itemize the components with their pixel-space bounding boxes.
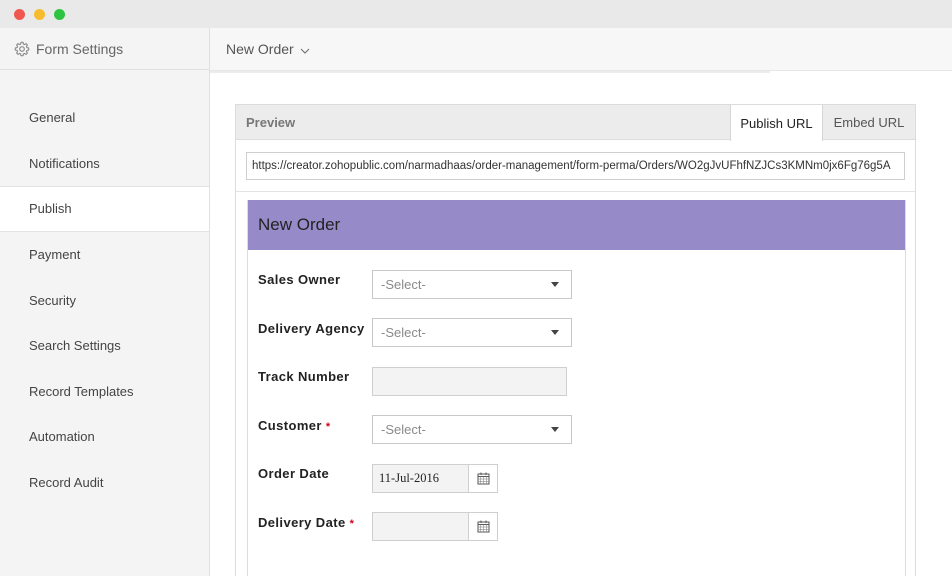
field-label-track-number: Track Number: [258, 369, 350, 384]
dropdown-caret-icon: [551, 282, 559, 287]
field-label-customer: Customer *: [258, 418, 331, 433]
window-close-button[interactable]: [14, 9, 25, 20]
form-selector-label: New Order: [226, 41, 294, 57]
sidebar-header: Form Settings: [0, 28, 209, 70]
calendar-icon: [477, 472, 489, 485]
sidebar-nav: General Notifications Publish Payment Se…: [0, 95, 209, 505]
required-marker: *: [349, 518, 355, 530]
sidebar-item-automation[interactable]: Automation: [0, 414, 209, 460]
select-value: -Select-: [381, 325, 426, 340]
required-marker: *: [325, 421, 331, 433]
track-number-input[interactable]: [372, 367, 567, 396]
sidebar-item-record-audit[interactable]: Record Audit: [0, 460, 209, 506]
url-divider: [236, 191, 915, 192]
select-value: -Select-: [381, 422, 426, 437]
select-value: -Select-: [381, 277, 426, 292]
window-titlebar: [0, 0, 952, 28]
form-preview: New Order Sales Owner -Select- Delivery …: [247, 200, 906, 576]
customer-select[interactable]: -Select-: [372, 415, 572, 444]
sidebar-item-publish[interactable]: Publish: [0, 186, 209, 232]
sidebar-title: Form Settings: [36, 40, 124, 57]
field-label-text: Customer: [258, 418, 322, 433]
sidebar-item-notifications[interactable]: Notifications: [0, 141, 209, 187]
sidebar-item-record-templates[interactable]: Record Templates: [0, 369, 209, 415]
sidebar-item-security[interactable]: Security: [0, 277, 209, 323]
window-minimize-button[interactable]: [34, 9, 45, 20]
field-label-sales-owner: Sales Owner: [258, 272, 340, 287]
dropdown-caret-icon: [551, 330, 559, 335]
field-label-text: Delivery Agency: [258, 321, 365, 336]
field-label-delivery-date: Delivery Date *: [258, 515, 354, 530]
sales-owner-select[interactable]: -Select-: [372, 270, 572, 299]
date-value: 11-Jul-2016: [379, 471, 439, 485]
form-title: New Order: [248, 200, 905, 250]
field-label-text: Sales Owner: [258, 272, 341, 287]
publish-url-field[interactable]: https://creator.zohopublic.com/narmadhaa…: [246, 152, 905, 180]
dropdown-caret-icon: [551, 427, 559, 432]
sidebar-item-payment[interactable]: Payment: [0, 232, 209, 278]
sidebar-item-general[interactable]: General: [0, 95, 209, 141]
field-label-text: Track Number: [258, 369, 350, 384]
sidebar: Form Settings General Notifications Publ…: [0, 28, 210, 576]
window-zoom-button[interactable]: [54, 9, 65, 20]
preview-panel: Preview Publish URL Embed URL https://cr…: [235, 104, 916, 576]
delivery-agency-select[interactable]: -Select-: [372, 318, 572, 347]
topbar-divider: [210, 71, 770, 73]
chevron-down-icon: [300, 48, 310, 54]
form-selector[interactable]: New Order: [210, 28, 952, 71]
calendar-button[interactable]: [468, 465, 497, 492]
order-date-input[interactable]: 11-Jul-2016: [372, 464, 498, 493]
sidebar-item-search-settings[interactable]: Search Settings: [0, 323, 209, 369]
calendar-button[interactable]: [468, 513, 497, 540]
gear-icon: [14, 41, 30, 56]
tab-embed-url[interactable]: Embed URL: [823, 105, 915, 140]
calendar-icon: [477, 520, 489, 533]
delivery-date-input[interactable]: [372, 512, 498, 541]
tab-publish-url[interactable]: Publish URL: [730, 105, 823, 141]
field-label-delivery-agency: Delivery Agency: [258, 321, 365, 336]
field-label-text: Order Date: [258, 466, 330, 481]
field-label-text: Delivery Date: [258, 515, 346, 530]
preview-panel-header: Preview Publish URL Embed URL: [236, 105, 915, 141]
field-label-order-date: Order Date: [258, 466, 329, 481]
preview-title: Preview: [246, 115, 296, 130]
